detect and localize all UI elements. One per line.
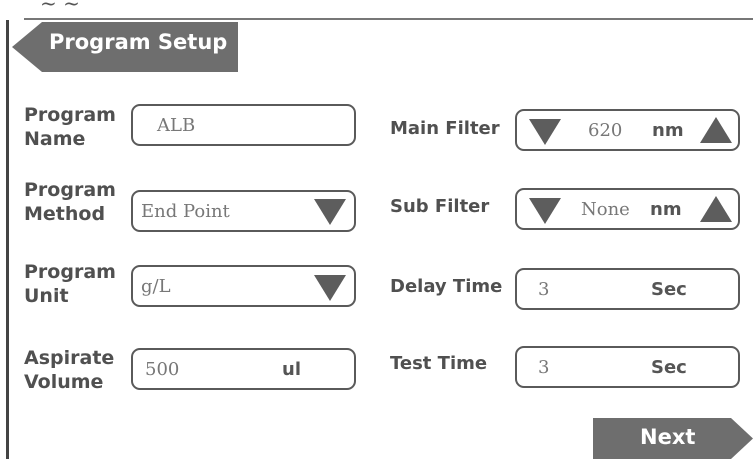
next-button[interactable]: Next [593,418,753,459]
program-setup-screen: ~ ~ Program Setup Program Name ALB Progr… [0,0,753,459]
top-fragment-text: ~ ~ [40,0,80,15]
top-divider [24,18,753,20]
main-filter-stepper[interactable]: 620 nm [515,109,740,151]
increment-up-icon[interactable] [700,196,732,222]
aspirate-volume-unit: ul [282,359,301,380]
aspirate-volume-input[interactable]: 500 ul [131,348,356,390]
program-unit-value: g/L [141,276,171,297]
test-time-unit: Sec [651,357,687,378]
next-button-label: Next [640,425,696,449]
sub-filter-label: Sub Filter [390,196,490,217]
aspirate-volume-label: Aspirate Volume [24,347,115,393]
decrement-down-icon[interactable] [529,198,561,224]
delay-time-label: Delay Time [390,276,503,297]
main-filter-label: Main Filter [390,118,500,139]
aspirate-volume-value: 500 [145,359,180,380]
sub-filter-value: None [581,199,630,220]
program-unit-select[interactable]: g/L [131,265,356,307]
chevron-down-icon[interactable] [314,199,346,225]
program-method-label: Program Method [24,179,116,225]
test-time-label: Test Time [390,353,488,374]
main-filter-unit: nm [652,120,684,141]
page-title: Program Setup [49,30,228,54]
sub-filter-unit: nm [650,199,682,220]
back-header-tab[interactable]: Program Setup [12,22,238,72]
program-method-select[interactable]: End Point [131,190,356,232]
delay-time-unit: Sec [651,279,687,300]
main-filter-value: 620 [588,120,623,141]
test-time-input[interactable]: 3 Sec [515,346,740,388]
program-unit-label: Program Unit [24,261,116,307]
delay-time-value: 3 [538,279,550,300]
delay-time-input[interactable]: 3 Sec [515,268,740,310]
chevron-down-icon[interactable] [314,275,346,301]
left-border [6,20,9,459]
program-name-input[interactable]: ALB [131,104,356,146]
decrement-down-icon[interactable] [529,119,561,145]
increment-up-icon[interactable] [700,117,732,143]
cropped-top-text: ~ ~ [0,0,753,16]
sub-filter-stepper[interactable]: None nm [515,188,740,230]
program-name-label: Program Name [24,104,116,150]
program-method-value: End Point [141,201,230,222]
test-time-value: 3 [538,357,550,378]
program-name-value: ALB [157,115,196,136]
